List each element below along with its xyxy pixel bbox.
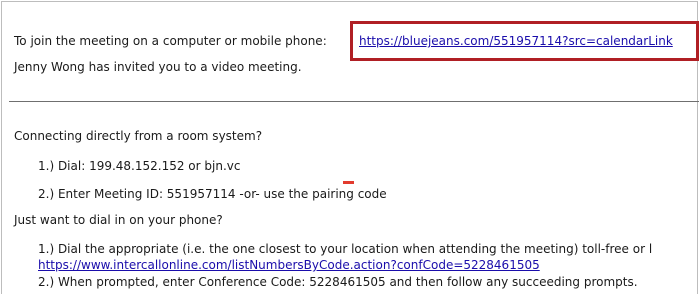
text-cursor-mark: [343, 181, 354, 184]
room-step-2: 2.) Enter Meeting ID: 551957114 -or- use…: [38, 187, 387, 201]
section-divider: [9, 101, 699, 102]
room-step-1: 1.) Dial: 199.48.152.152 or bjn.vc: [38, 159, 241, 173]
room-system-heading: Connecting directly from a room system?: [14, 129, 263, 143]
phone-dial-heading: Just want to dial in on your phone?: [14, 213, 223, 227]
join-meeting-link[interactable]: https://bluejeans.com/551957114?src=cale…: [359, 33, 673, 49]
phone-step-1: 1.) Dial the appropriate (i.e. the one c…: [38, 242, 653, 256]
phone-step-2: 2.) When prompted, enter Conference Code…: [38, 275, 638, 289]
intercall-numbers-link[interactable]: https://www.intercallonline.com/listNumb…: [38, 257, 540, 273]
join-text: To join the meeting on a computer or mob…: [14, 34, 327, 48]
invite-text: Jenny Wong has invited you to a video me…: [14, 60, 302, 74]
